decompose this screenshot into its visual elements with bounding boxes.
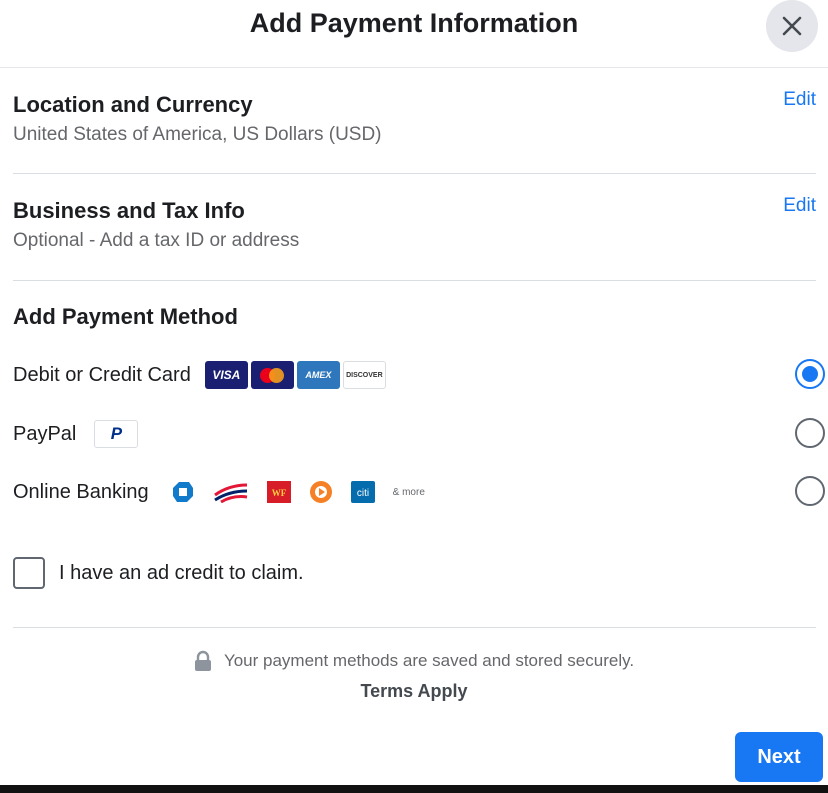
online-banking-radio[interactable] bbox=[795, 476, 825, 506]
business-edit-link[interactable]: Edit bbox=[783, 195, 816, 217]
wells-fargo-logo-icon: WF bbox=[266, 480, 291, 504]
payment-option-online-banking[interactable]: Online Banking WF citi & more bbox=[13, 472, 825, 512]
payment-option-card-label: Debit or Credit Card bbox=[13, 363, 191, 386]
chase-logo-icon bbox=[171, 480, 195, 504]
divider bbox=[13, 627, 816, 628]
secure-text: Your payment methods are saved and store… bbox=[223, 651, 635, 670]
discover-logo: DISCOVER bbox=[342, 361, 386, 389]
location-currency-title: Location and Currency bbox=[13, 92, 253, 117]
close-button[interactable] bbox=[766, 0, 818, 52]
citi-logo-icon: citi bbox=[350, 480, 375, 504]
divider bbox=[13, 173, 816, 174]
secure-notice: Your payment methods are saved and store… bbox=[0, 650, 828, 672]
divider bbox=[13, 280, 816, 281]
business-tax-title: Business and Tax Info bbox=[13, 198, 245, 223]
lock-icon bbox=[194, 650, 211, 671]
location-currency-section: Location and Currency United States of A… bbox=[13, 89, 816, 146]
location-edit-link[interactable]: Edit bbox=[783, 89, 816, 111]
visa-logo: VISA bbox=[204, 361, 248, 389]
mastercard-logo bbox=[250, 361, 294, 389]
next-button[interactable]: Next bbox=[735, 732, 823, 782]
payment-option-paypal-label: PayPal bbox=[13, 422, 77, 445]
business-tax-section: Business and Tax Info Optional - Add a t… bbox=[13, 195, 816, 252]
payment-method-title: Add Payment Method bbox=[13, 304, 238, 329]
ad-credit-checkbox[interactable] bbox=[13, 557, 45, 589]
card-radio[interactable] bbox=[795, 359, 825, 389]
svg-text:citi: citi bbox=[357, 488, 369, 499]
location-currency-value: United States of America, US Dollars (US… bbox=[13, 124, 382, 145]
business-tax-value: Optional - Add a tax ID or address bbox=[13, 230, 300, 251]
more-banks-text: & more bbox=[392, 486, 425, 498]
dialog-title: Add Payment Information bbox=[249, 8, 579, 38]
paypal-logo: P bbox=[94, 420, 139, 448]
bottom-bar bbox=[0, 785, 828, 793]
bank-of-america-logo-icon bbox=[213, 480, 249, 504]
payment-option-paypal[interactable]: PayPal P bbox=[13, 414, 825, 454]
close-icon bbox=[782, 16, 802, 36]
terms-link[interactable]: Terms Apply bbox=[0, 681, 828, 702]
ad-credit-label: I have an ad credit to claim. bbox=[59, 561, 304, 584]
dialog-header: Add Payment Information bbox=[0, 0, 828, 68]
payment-option-banking-label: Online Banking bbox=[13, 480, 149, 503]
pnc-logo-icon bbox=[309, 480, 333, 504]
svg-text:WF: WF bbox=[271, 488, 286, 498]
payment-option-card[interactable]: Debit or Credit Card VISA AMEX DISCOVER bbox=[13, 355, 825, 395]
payment-method-section: Add Payment Method bbox=[13, 304, 816, 330]
paypal-radio[interactable] bbox=[795, 418, 825, 448]
amex-logo: AMEX bbox=[296, 361, 340, 389]
ad-credit-row[interactable]: I have an ad credit to claim. bbox=[13, 557, 304, 589]
